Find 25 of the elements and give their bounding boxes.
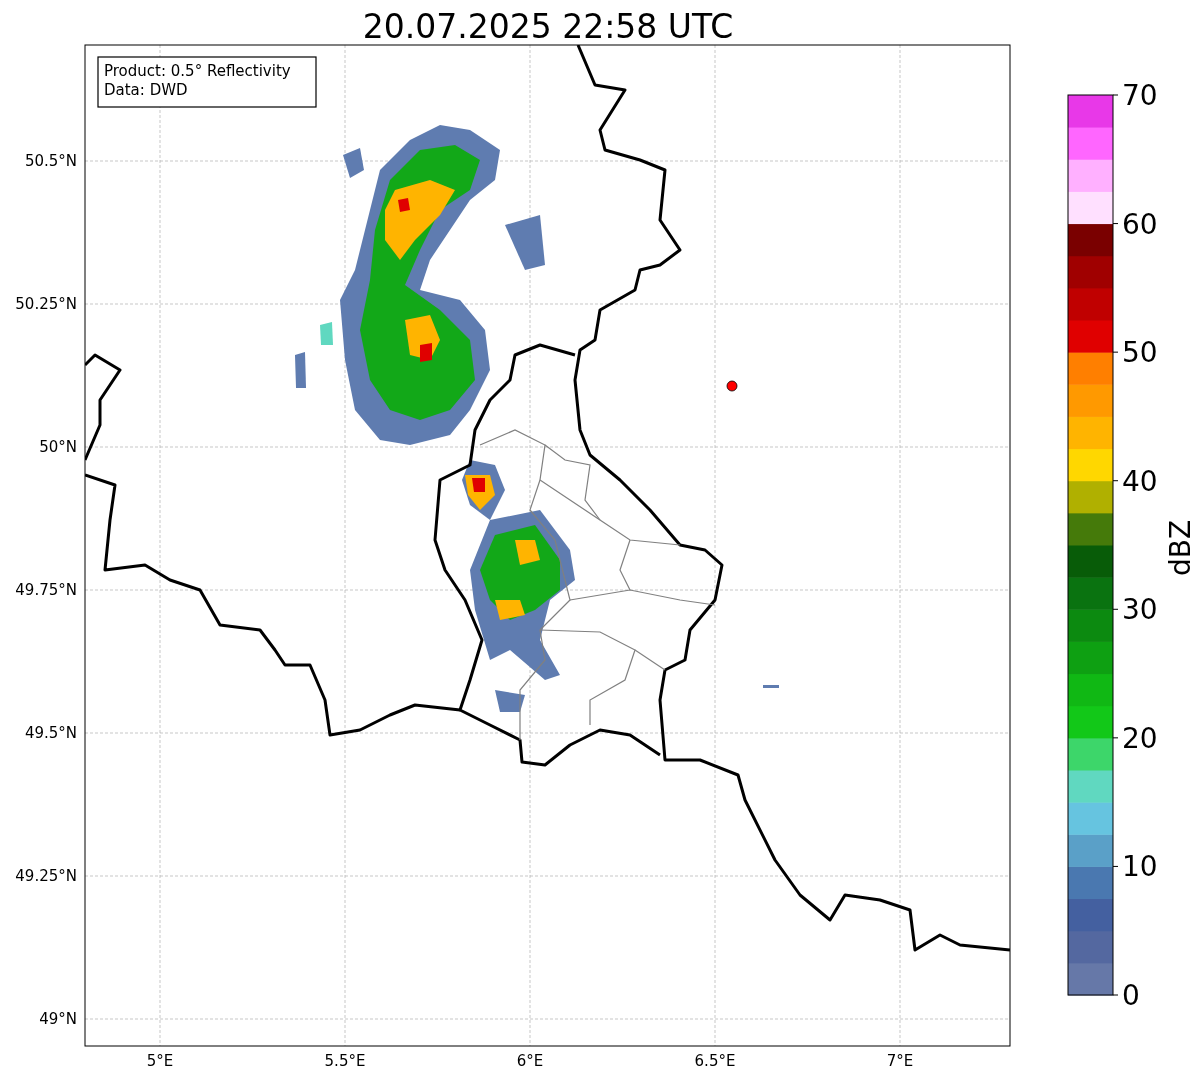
colorbar-tick-label: 0 — [1122, 979, 1140, 1012]
colorbar-tick-label: 70 — [1122, 79, 1158, 112]
info-text: Product: 0.5° Reflectivity — [104, 62, 291, 80]
location-marker — [726, 380, 738, 392]
latitude-label: 49°N — [39, 1010, 77, 1028]
latitude-label: 50°N — [39, 438, 77, 456]
info-text: Data: DWD — [104, 81, 188, 99]
colorbar-tick-label: 10 — [1122, 850, 1158, 884]
latitude-label: 50.25°N — [15, 295, 77, 313]
colorbar-tick-label: 50 — [1122, 336, 1158, 370]
chart-title: 20.07.2025 22:58 UTC — [362, 7, 734, 46]
latitude-label: 49.5°N — [24, 724, 77, 742]
colorbar-tick-label: 20 — [1122, 721, 1158, 755]
latitude-label: 50.5°N — [24, 152, 77, 170]
colorbar-tick-label: 40 — [1122, 464, 1158, 498]
longitude-label: 6.5°E — [694, 1052, 736, 1070]
longitude-label: 5°E — [146, 1052, 174, 1070]
longitude-label: 5.5°E — [324, 1052, 366, 1070]
colorbar-label: dBZ — [1164, 519, 1197, 577]
latitude-label: 49.25°N — [15, 867, 77, 885]
longitude-label: 6°E — [516, 1052, 544, 1070]
colorbar-tick-label: 30 — [1122, 593, 1158, 627]
latitude-label: 49.75°N — [15, 581, 77, 599]
colorbar-tick-label: 60 — [1122, 207, 1158, 241]
longitude-label: 7°E — [886, 1052, 914, 1070]
